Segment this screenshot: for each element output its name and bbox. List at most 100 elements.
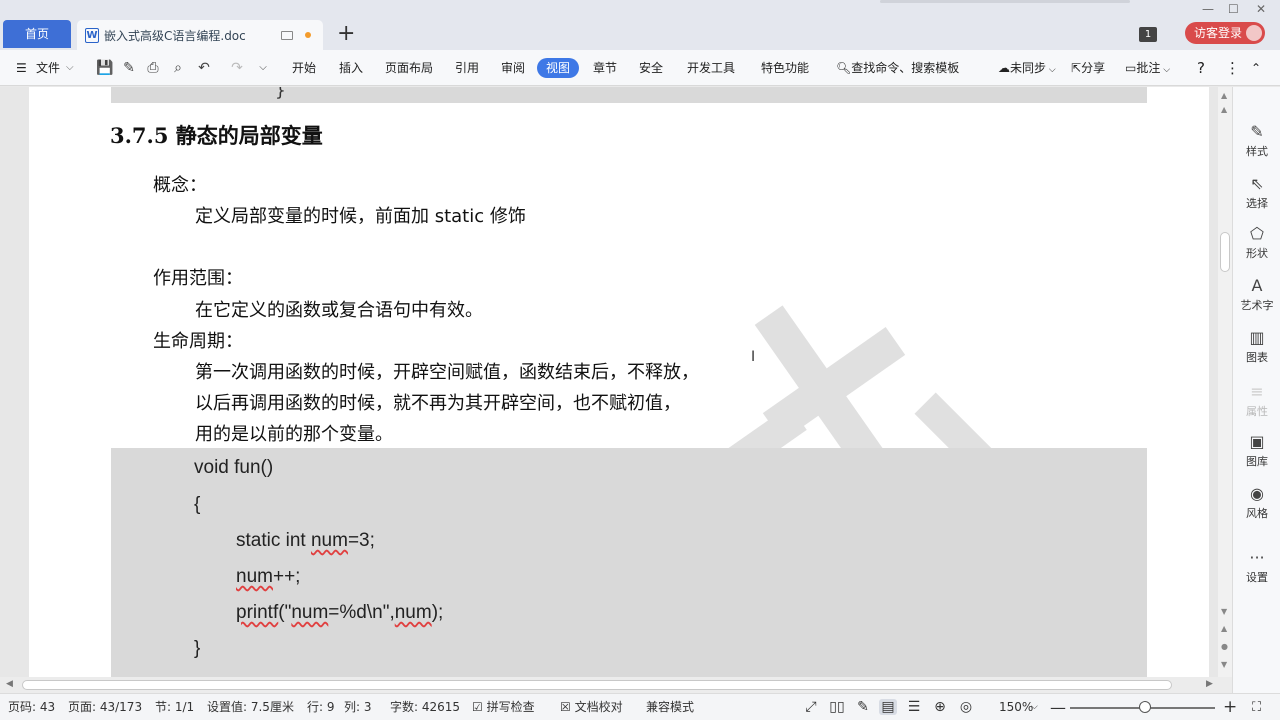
ribbon-tab-start[interactable]: 开始 [292, 50, 316, 86]
prev-page-icon[interactable]: ▲ [1221, 624, 1227, 633]
tab-bar: 首页 W 嵌入式高级C语言编程.doc + — ☐ ✕ 1 访客登录 [0, 0, 1280, 50]
chevron-down-icon[interactable]: ⌵ [66, 50, 74, 86]
sync-label: 未同步 [1010, 61, 1047, 75]
status-page-code[interactable]: 页码: 43 [8, 694, 55, 720]
scrollbar-thumb[interactable] [22, 680, 1172, 690]
share-icon: ⇱ [1071, 61, 1082, 75]
status-section[interactable]: 节: 1/1 [155, 694, 194, 720]
close-icon[interactable]: ✕ [1256, 2, 1266, 16]
horizontal-scrollbar[interactable]: ◀ ▶ [0, 677, 1232, 693]
image-icon: ▣ [1249, 432, 1265, 451]
status-setting[interactable]: 设置值: 7.5厘米 [207, 694, 294, 720]
save-icon[interactable]: 💾 [96, 60, 113, 76]
section-heading: 3.7.5 静态的局部变量 [110, 123, 323, 148]
command-search[interactable]: 🔍︎查找命令、搜索模板 [836, 50, 959, 86]
quick-access-more-icon[interactable]: ⌵ [255, 60, 271, 76]
cloud-sync-icon: ☁ [998, 61, 1010, 75]
scroll-left-icon[interactable]: ◀ [6, 679, 13, 689]
panel-select[interactable]: ⇖ 选择 [1233, 175, 1280, 211]
format-painter-icon[interactable]: ✎ [121, 60, 137, 76]
zoom-level[interactable]: 150% [999, 694, 1033, 720]
zoom-in-icon[interactable]: + [1223, 694, 1237, 720]
ribbon-tab-developer[interactable]: 开发工具 [687, 50, 735, 86]
notification-badge[interactable]: 1 [1139, 27, 1157, 42]
status-col[interactable]: 列: 3 [344, 694, 372, 720]
guest-login-button[interactable]: 访客登录 [1185, 22, 1265, 44]
menu-hamburger-icon[interactable]: ☰ [16, 50, 27, 86]
panel-label: 图表 [1246, 351, 1268, 364]
file-menu-button[interactable]: 文件 [36, 50, 60, 86]
vertical-scrollbar[interactable]: ▲ ▲ ▼ ▲ ● ▼ [1218, 87, 1232, 677]
panel-chart[interactable]: ▥ 图表 [1233, 329, 1280, 365]
code-token: ++; [272, 566, 301, 587]
tab-document[interactable]: W 嵌入式高级C语言编程.doc [77, 20, 323, 50]
panel-gallery[interactable]: ▣ 图库 [1233, 433, 1280, 469]
web-view-icon[interactable]: ⊕ [931, 699, 949, 715]
panel-settings[interactable]: ··· 设置 [1233, 549, 1280, 585]
ribbon-tab-insert[interactable]: 插入 [339, 50, 363, 86]
code-token: =%d\n", [328, 602, 395, 623]
outline-view-icon[interactable]: ☰ [905, 699, 923, 715]
ribbon-tab-chapter[interactable]: 章节 [593, 50, 617, 86]
scroll-right-icon[interactable]: ▶ [1206, 679, 1213, 689]
next-page-icon[interactable]: ▼ [1221, 660, 1227, 669]
more-options-icon[interactable]: ⋮ [1225, 50, 1240, 86]
ribbon-tab-view[interactable]: 视图 [537, 58, 580, 78]
tab-home[interactable]: 首页 [3, 20, 71, 48]
panel-style-theme[interactable]: ◉ 风格 [1233, 485, 1280, 521]
status-page[interactable]: 页面: 43/173 [68, 694, 142, 720]
wordart-icon: A [1251, 276, 1263, 295]
spell-error-token[interactable]: num [311, 530, 348, 551]
scroll-up-icon[interactable]: ▲ [1221, 91, 1227, 100]
title-drag-area[interactable] [880, 0, 1130, 3]
spell-error-token[interactable]: num [236, 566, 273, 587]
spell-error-token[interactable]: printf [236, 602, 278, 623]
panel-properties[interactable]: ≡ 属性 [1233, 383, 1280, 419]
help-button[interactable]: ? [1197, 50, 1205, 86]
zoom-out-icon[interactable]: — [1050, 694, 1066, 720]
fit-window-icon[interactable]: ⛶ [1252, 694, 1261, 720]
writing-mode-icon[interactable]: ✎ [854, 699, 872, 715]
reading-mode-icon[interactable]: ▯▯ [828, 699, 846, 715]
document-area[interactable]: } 3.7.5 静态的局部变量 概念： 定义局部变量的时候，前面加 static… [0, 87, 1218, 677]
scroll-down-icon[interactable]: ▼ [1221, 607, 1227, 616]
share-button[interactable]: ⇱分享 [1071, 50, 1105, 86]
panel-shapes[interactable]: ⬠ 形状 [1233, 225, 1280, 261]
print-preview-icon[interactable]: ⌕ [170, 60, 186, 76]
minimize-icon[interactable]: — [1202, 2, 1214, 16]
status-word-count[interactable]: 字数: 42615 [390, 694, 460, 720]
scrollbar-thumb[interactable] [1220, 232, 1230, 272]
panel-wordart[interactable]: A 艺术字 [1233, 277, 1280, 313]
comment-button[interactable]: ▭批注 ⌵ [1125, 50, 1170, 86]
fullscreen-icon[interactable]: ⤢ [802, 699, 820, 715]
ribbon-tab-review[interactable]: 审阅 [501, 50, 525, 86]
scroll-up-icon[interactable]: ▲ [1221, 105, 1227, 114]
spell-check-button[interactable]: ☑ 拼写检查 [472, 694, 535, 720]
select-browse-icon[interactable]: ● [1221, 642, 1228, 651]
spell-check-icon: ☑ [472, 700, 487, 714]
spell-error-token[interactable]: num [395, 602, 432, 623]
collapse-ribbon-icon[interactable]: ⌃ [1251, 50, 1261, 86]
page-view-icon[interactable]: ▤ [879, 699, 897, 715]
new-tab-button[interactable]: + [337, 22, 355, 46]
monitor-icon[interactable] [281, 30, 293, 40]
doc-proof-button[interactable]: ☒ 文档校对 [560, 694, 623, 720]
document-page[interactable]: } 3.7.5 静态的局部变量 概念： 定义局部变量的时候，前面加 static… [29, 87, 1209, 677]
eye-protection-icon[interactable]: ◎ [957, 699, 975, 715]
ribbon-tab-references[interactable]: 引用 [455, 50, 479, 86]
print-icon[interactable]: ⎙ [145, 60, 161, 76]
ribbon-tab-layout[interactable]: 页面布局 [385, 50, 433, 86]
status-bar: 页码: 43 页面: 43/173 节: 1/1 设置值: 7.5厘米 行: 9… [0, 693, 1280, 720]
redo-icon[interactable]: ↷ [229, 60, 245, 76]
zoom-slider-handle[interactable] [1139, 701, 1152, 713]
status-row[interactable]: 行: 9 [307, 694, 335, 720]
spell-error-token[interactable]: num [291, 602, 328, 623]
code-line: { [194, 494, 201, 515]
zoom-dropdown-icon[interactable]: ⌵ [1031, 694, 1038, 720]
panel-styles[interactable]: ✎ 样式 [1233, 123, 1280, 159]
undo-icon[interactable]: ↶ [196, 60, 212, 76]
ribbon-tab-security[interactable]: 安全 [639, 50, 663, 86]
maximize-icon[interactable]: ☐ [1228, 2, 1239, 16]
ribbon-tab-features[interactable]: 特色功能 [761, 50, 809, 86]
sync-button[interactable]: ☁未同步 ⌵ [998, 50, 1056, 86]
